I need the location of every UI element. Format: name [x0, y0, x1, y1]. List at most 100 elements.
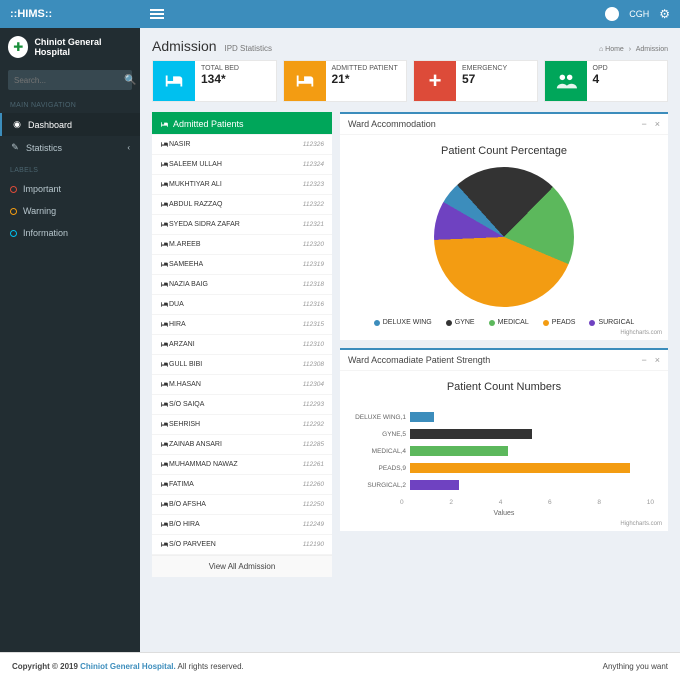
brand[interactable]: ::HIMS::	[0, 0, 140, 28]
breadcrumb-home[interactable]: Home	[605, 46, 624, 53]
home-icon[interactable]: ⌂	[599, 46, 603, 53]
close-icon[interactable]: ×	[655, 355, 660, 365]
bed-icon	[153, 61, 195, 101]
bar-row: PEADS,9	[354, 463, 654, 473]
people-icon	[545, 61, 587, 101]
dot-red-icon	[10, 186, 17, 193]
pie-title: Patient Count Percentage	[340, 135, 668, 163]
plus-icon: +	[414, 61, 456, 101]
patient-row[interactable]: B/O HIRA112249	[152, 515, 332, 535]
legend-item[interactable]: GYNE	[446, 319, 475, 326]
chart-credits[interactable]: Highcharts.com	[340, 519, 668, 531]
patient-row[interactable]: SYEDA SIDRA ZAFAR112321	[152, 215, 332, 235]
pie-box-header: Ward Accommodation −×	[340, 114, 668, 135]
nav-statistics[interactable]: ✎ Statistics ‹	[0, 136, 140, 159]
bed-icon	[160, 240, 169, 249]
nav-header-labels: LABELS	[0, 159, 140, 178]
sidebar-user[interactable]: ✚ Chiniot General Hospital	[0, 28, 140, 66]
bed-icon	[160, 220, 169, 229]
bar-row: MEDICAL,4	[354, 446, 654, 456]
patient-row[interactable]: ZAINAB ANSARI112285	[152, 435, 332, 455]
chart-credits[interactable]: Highcharts.com	[340, 328, 668, 340]
patient-row[interactable]: SALEEM ULLAH112324	[152, 155, 332, 175]
patient-row[interactable]: MUHAMMAD NAWAZ112261	[152, 455, 332, 475]
bar-row: DELUXE WING,1	[354, 412, 654, 422]
patient-row[interactable]: FATIMA112260	[152, 475, 332, 495]
nav-header-main: MAIN NAVIGATION	[0, 94, 140, 113]
patient-row[interactable]: M.AREEB112320	[152, 235, 332, 255]
stat-total-bed[interactable]: TOTAL BED134*	[152, 60, 277, 102]
footer-company-link[interactable]: Chiniot General Hospital.	[80, 662, 176, 671]
nav-dashboard[interactable]: ◉ Dashboard	[0, 113, 140, 136]
patients-box-header: Admitted Patients	[152, 114, 332, 135]
stat-admitted[interactable]: ADMITTED PATIENT21*	[283, 60, 408, 102]
patient-row[interactable]: M.HASAN112304	[152, 375, 332, 395]
hospital-logo-icon: ✚	[8, 36, 28, 58]
close-icon[interactable]: ×	[655, 119, 660, 129]
sidebar-toggle[interactable]	[150, 7, 164, 21]
settings-gear-icon[interactable]: ⚙	[659, 7, 670, 21]
stat-row: TOTAL BED134* ADMITTED PATIENT21* + EMER…	[140, 60, 680, 112]
bed-icon	[160, 340, 169, 349]
patient-row[interactable]: MUKHTIYAR ALI112323	[152, 175, 332, 195]
footer: Copyright © 2019 Chiniot General Hospita…	[0, 652, 680, 680]
bed-icon	[160, 500, 169, 509]
patient-row[interactable]: B/O AFSHA112250	[152, 495, 332, 515]
collapse-icon[interactable]: −	[641, 355, 646, 365]
dot-orange-icon	[10, 208, 17, 215]
patient-row[interactable]: S/O PARVEEN112190	[152, 535, 332, 555]
legend-item[interactable]: MEDICAL	[489, 319, 529, 326]
sidebar-search[interactable]: 🔍	[8, 70, 132, 90]
label-information[interactable]: Information	[0, 222, 140, 244]
search-icon[interactable]: 🔍	[124, 75, 136, 86]
chevron-left-icon: ‹	[127, 143, 130, 152]
patient-row[interactable]: HIRA112315	[152, 315, 332, 335]
patients-list: NASIR112326SALEEM ULLAH112324MUKHTIYAR A…	[152, 135, 332, 555]
patient-row[interactable]: S/O SAIQA112293	[152, 395, 332, 415]
stat-opd[interactable]: OPD4	[544, 60, 669, 102]
breadcrumb: ⌂ Home › Admission	[599, 46, 668, 53]
content-header: Admission IPD Statistics ⌂ Home › Admiss…	[140, 28, 680, 60]
patient-row[interactable]: NAZIA BAIG112318	[152, 275, 332, 295]
bed-icon	[160, 420, 169, 429]
footer-right: Anything you want	[603, 662, 668, 671]
label-important[interactable]: Important	[0, 178, 140, 200]
view-all-admission-button[interactable]: View All Admission	[152, 555, 332, 577]
search-input[interactable]	[14, 76, 124, 85]
patient-row[interactable]: SEHRISH112292	[152, 415, 332, 435]
bed-icon	[160, 460, 169, 469]
label-warning[interactable]: Warning	[0, 200, 140, 222]
legend-item[interactable]: PEADS	[543, 319, 576, 326]
dot-blue-icon	[10, 230, 17, 237]
patient-row[interactable]: DUA112316	[152, 295, 332, 315]
bar-row: GYNE,5	[354, 429, 654, 439]
bed-icon	[284, 61, 326, 101]
bar-xaxis: 0246810	[400, 497, 668, 506]
bed-icon	[160, 260, 169, 269]
patient-row[interactable]: SAMEEHA112319	[152, 255, 332, 275]
patient-row[interactable]: ABDUL RAZZAQ112322	[152, 195, 332, 215]
bar-row: SURGICAL,2	[354, 480, 654, 490]
bar-title: Patient Count Numbers	[340, 371, 668, 399]
bed-icon	[160, 280, 169, 289]
legend-item[interactable]: SURGICAL	[589, 319, 634, 326]
bed-icon	[160, 140, 169, 149]
legend-item[interactable]: DELUXE WING	[374, 319, 432, 326]
statistics-icon: ✎	[10, 142, 20, 153]
bed-icon	[160, 180, 169, 189]
patient-row[interactable]: NASIR112326	[152, 135, 332, 155]
bed-icon	[160, 440, 169, 449]
user-short[interactable]: CGH	[629, 9, 649, 19]
pie-legend: DELUXE WING GYNE MEDICAL PEADS SURGICAL	[340, 315, 668, 328]
user-avatar-icon[interactable]	[605, 7, 619, 21]
patient-row[interactable]: GULL BIBI112308	[152, 355, 332, 375]
collapse-icon[interactable]: −	[641, 119, 646, 129]
bed-icon	[160, 200, 169, 209]
stat-emergency[interactable]: + EMERGENCY57	[413, 60, 538, 102]
bed-icon	[160, 300, 169, 309]
patient-row[interactable]: ARZANI112310	[152, 335, 332, 355]
admitted-patients-box: Admitted Patients NASIR112326SALEEM ULLA…	[152, 112, 332, 577]
bed-icon	[160, 120, 169, 129]
sidebar: ✚ Chiniot General Hospital 🔍 MAIN NAVIGA…	[0, 28, 140, 652]
patient-strength-box: Ward Accomadiate Patient Strength −× Pat…	[340, 348, 668, 531]
